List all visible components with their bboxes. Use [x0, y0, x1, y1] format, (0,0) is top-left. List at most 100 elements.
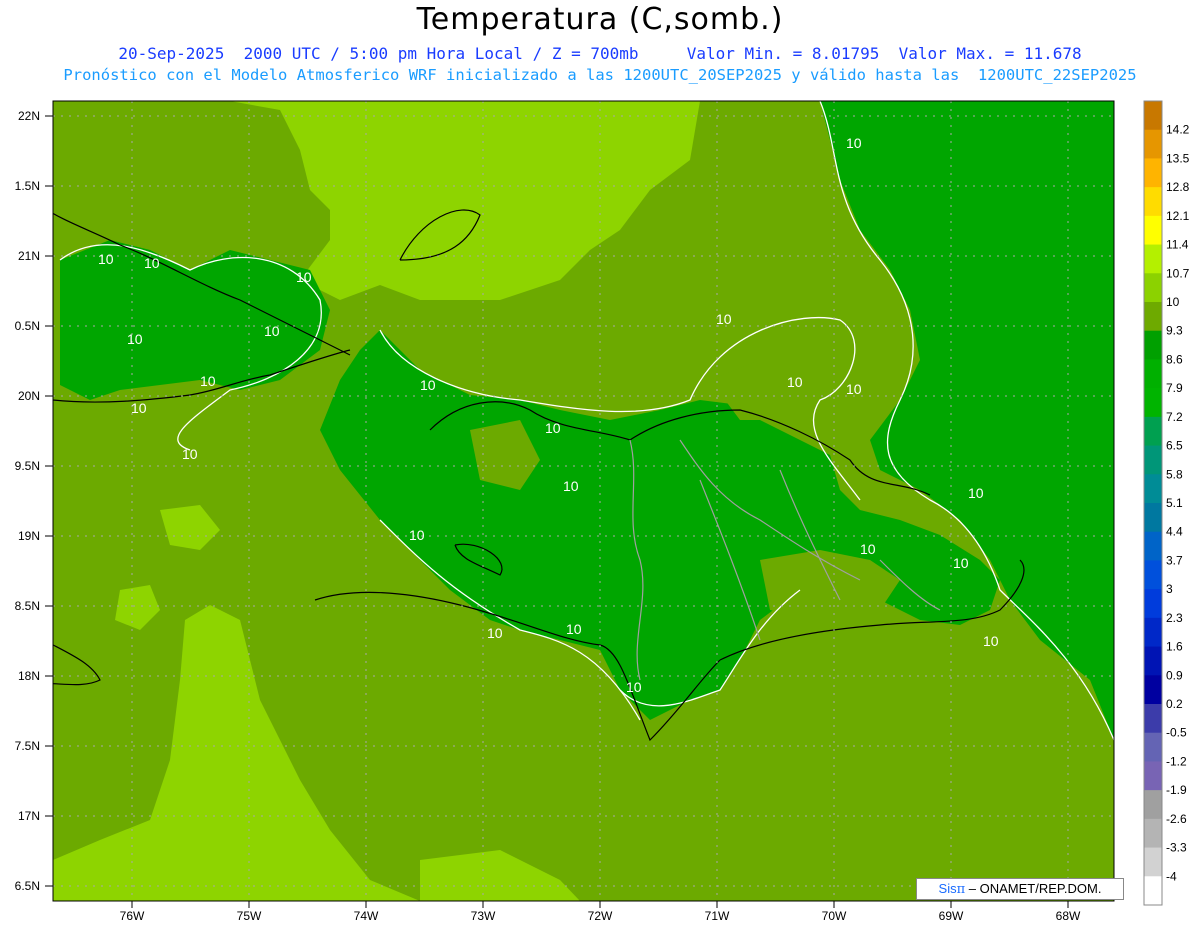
contour-label: 10	[545, 420, 561, 436]
colorbar-label: -4	[1166, 869, 1177, 883]
lat-label: 22N	[18, 109, 40, 123]
colorbar-label: 0.2	[1166, 697, 1183, 711]
colorbar-label: -1.2	[1166, 754, 1187, 768]
lon-label: 73W	[471, 909, 496, 923]
lon-label: 69W	[939, 909, 964, 923]
colorbar-swatch	[1144, 560, 1162, 590]
lat-label: 9.5N	[15, 459, 40, 473]
colorbar-label: 10	[1166, 295, 1180, 309]
lat-ticks	[45, 115, 53, 887]
colorbar-swatch	[1144, 187, 1162, 217]
colorbar-swatch	[1144, 876, 1162, 906]
colorbar-label: -1.9	[1166, 783, 1187, 797]
lat-label: 0.5N	[15, 319, 40, 333]
colorbar-swatch	[1144, 388, 1162, 418]
contour-label: 10	[131, 400, 147, 416]
contour-label: 10	[420, 377, 436, 393]
colorbar: 14.2 13.5 12.8 12.1 11.4 10.7 10 9.3 8.6 7.9 7.2 6.…	[1143, 100, 1190, 906]
longitude-labels: 76W 75W 74W 73W 72W 71W 70W 69W 68W	[120, 909, 1081, 923]
colorbar-swatch	[1144, 589, 1162, 619]
colorbar-label: 12.1	[1166, 209, 1190, 223]
colorbar-swatch	[1144, 617, 1162, 648]
colorbar-swatch	[1144, 244, 1162, 274]
map-plot-area: 10 10 10 10 10 10 10 10 10 10 10 10 10 1…	[53, 101, 1114, 901]
colorbar-label: 5.1	[1166, 496, 1183, 510]
lat-label: 17N	[18, 809, 40, 823]
temperature-map: 10 10 10 10 10 10 10 10 10 10 10 10 10 1…	[15, 100, 1190, 923]
colorbar-label: 4.4	[1166, 525, 1183, 539]
colorbar-swatch	[1144, 474, 1162, 504]
lat-label: 21N	[18, 249, 40, 263]
colorbar-label: 1.6	[1166, 640, 1183, 654]
contour-label: 10	[144, 255, 160, 271]
contour-label: 10	[716, 311, 732, 327]
contour-label: 10	[983, 633, 999, 649]
contour-label: 10	[127, 331, 143, 347]
colorbar-label: 7.9	[1166, 381, 1183, 395]
contour-label: 10	[968, 485, 984, 501]
contour-label: 10	[563, 478, 579, 494]
colorbar-swatch	[1144, 790, 1162, 820]
colorbar-swatch	[1144, 675, 1162, 705]
colorbar-label: 13.5	[1166, 151, 1190, 165]
lat-label: 20N	[18, 389, 40, 403]
colorbar-swatch	[1144, 359, 1162, 389]
credit-org: – ONAMET/REP.DOM.	[965, 881, 1102, 896]
colorbar-swatch	[1144, 158, 1162, 188]
colorbar-label: 8.6	[1166, 352, 1183, 366]
lon-label: 76W	[120, 909, 145, 923]
colorbar-label: 3.7	[1166, 553, 1183, 567]
lat-label: 7.5N	[15, 739, 40, 753]
colorbar-label: -3.3	[1166, 841, 1187, 855]
lat-label: 1.5N	[15, 179, 40, 193]
credit-sis: Sis	[938, 881, 957, 896]
contour-label: 10	[182, 446, 198, 462]
credit-pi: π	[956, 882, 966, 897]
colorbar-swatch	[1144, 732, 1162, 762]
colorbar-label: 0.9	[1166, 668, 1183, 682]
colorbar-swatch	[1144, 330, 1162, 360]
contour-label: 10	[487, 625, 503, 641]
colorbar-label: -2.6	[1166, 812, 1187, 826]
contour-label: 10	[626, 679, 642, 695]
colorbar-swatch	[1144, 416, 1162, 447]
colorbar-label: 12.8	[1166, 180, 1190, 194]
contour-label: 10	[953, 555, 969, 571]
colorbar-label: 7.2	[1166, 410, 1183, 424]
colorbar-label: 5.8	[1166, 467, 1183, 481]
colorbar-label: -0.5	[1166, 726, 1187, 740]
contour-label: 10	[860, 541, 876, 557]
lon-ticks	[131, 901, 1069, 908]
lat-label: 6.5N	[15, 879, 40, 893]
lon-label: 72W	[588, 909, 613, 923]
colorbar-swatch	[1144, 101, 1162, 131]
colorbar-swatch	[1144, 445, 1162, 475]
colorbar-label: 6.5	[1166, 439, 1183, 453]
lon-label: 74W	[354, 909, 379, 923]
colorbar-swatch	[1144, 503, 1162, 533]
colorbar-swatch	[1144, 818, 1162, 849]
contour-label: 10	[200, 373, 216, 389]
contour-label: 10	[98, 251, 114, 267]
colorbar-swatch	[1144, 215, 1162, 246]
colorbar-swatch	[1144, 847, 1162, 877]
colorbar-label: 14.2	[1166, 123, 1190, 137]
colorbar-label: 3	[1166, 582, 1173, 596]
lon-label: 75W	[237, 909, 262, 923]
contour-label: 10	[787, 374, 803, 390]
colorbar-swatch	[1144, 704, 1162, 734]
contour-label: 10	[566, 621, 582, 637]
colorbar-swatch	[1144, 273, 1162, 303]
colorbar-label: 9.3	[1166, 324, 1183, 338]
latitude-labels: 22N 1.5N 21N 0.5N 20N 9.5N 19N 8.5N 18N …	[15, 109, 40, 893]
colorbar-swatch	[1144, 531, 1162, 561]
lon-label: 68W	[1056, 909, 1081, 923]
credit-box: Sisπ – ONAMET/REP.DOM.	[916, 878, 1124, 900]
colorbar-label: 11.4	[1166, 238, 1189, 252]
colorbar-swatch	[1144, 646, 1162, 676]
lat-label: 8.5N	[15, 599, 40, 613]
colorbar-swatch	[1144, 761, 1162, 791]
colorbar-swatch	[1144, 129, 1162, 159]
lon-label: 70W	[822, 909, 847, 923]
colorbar-label: 2.3	[1166, 611, 1183, 625]
